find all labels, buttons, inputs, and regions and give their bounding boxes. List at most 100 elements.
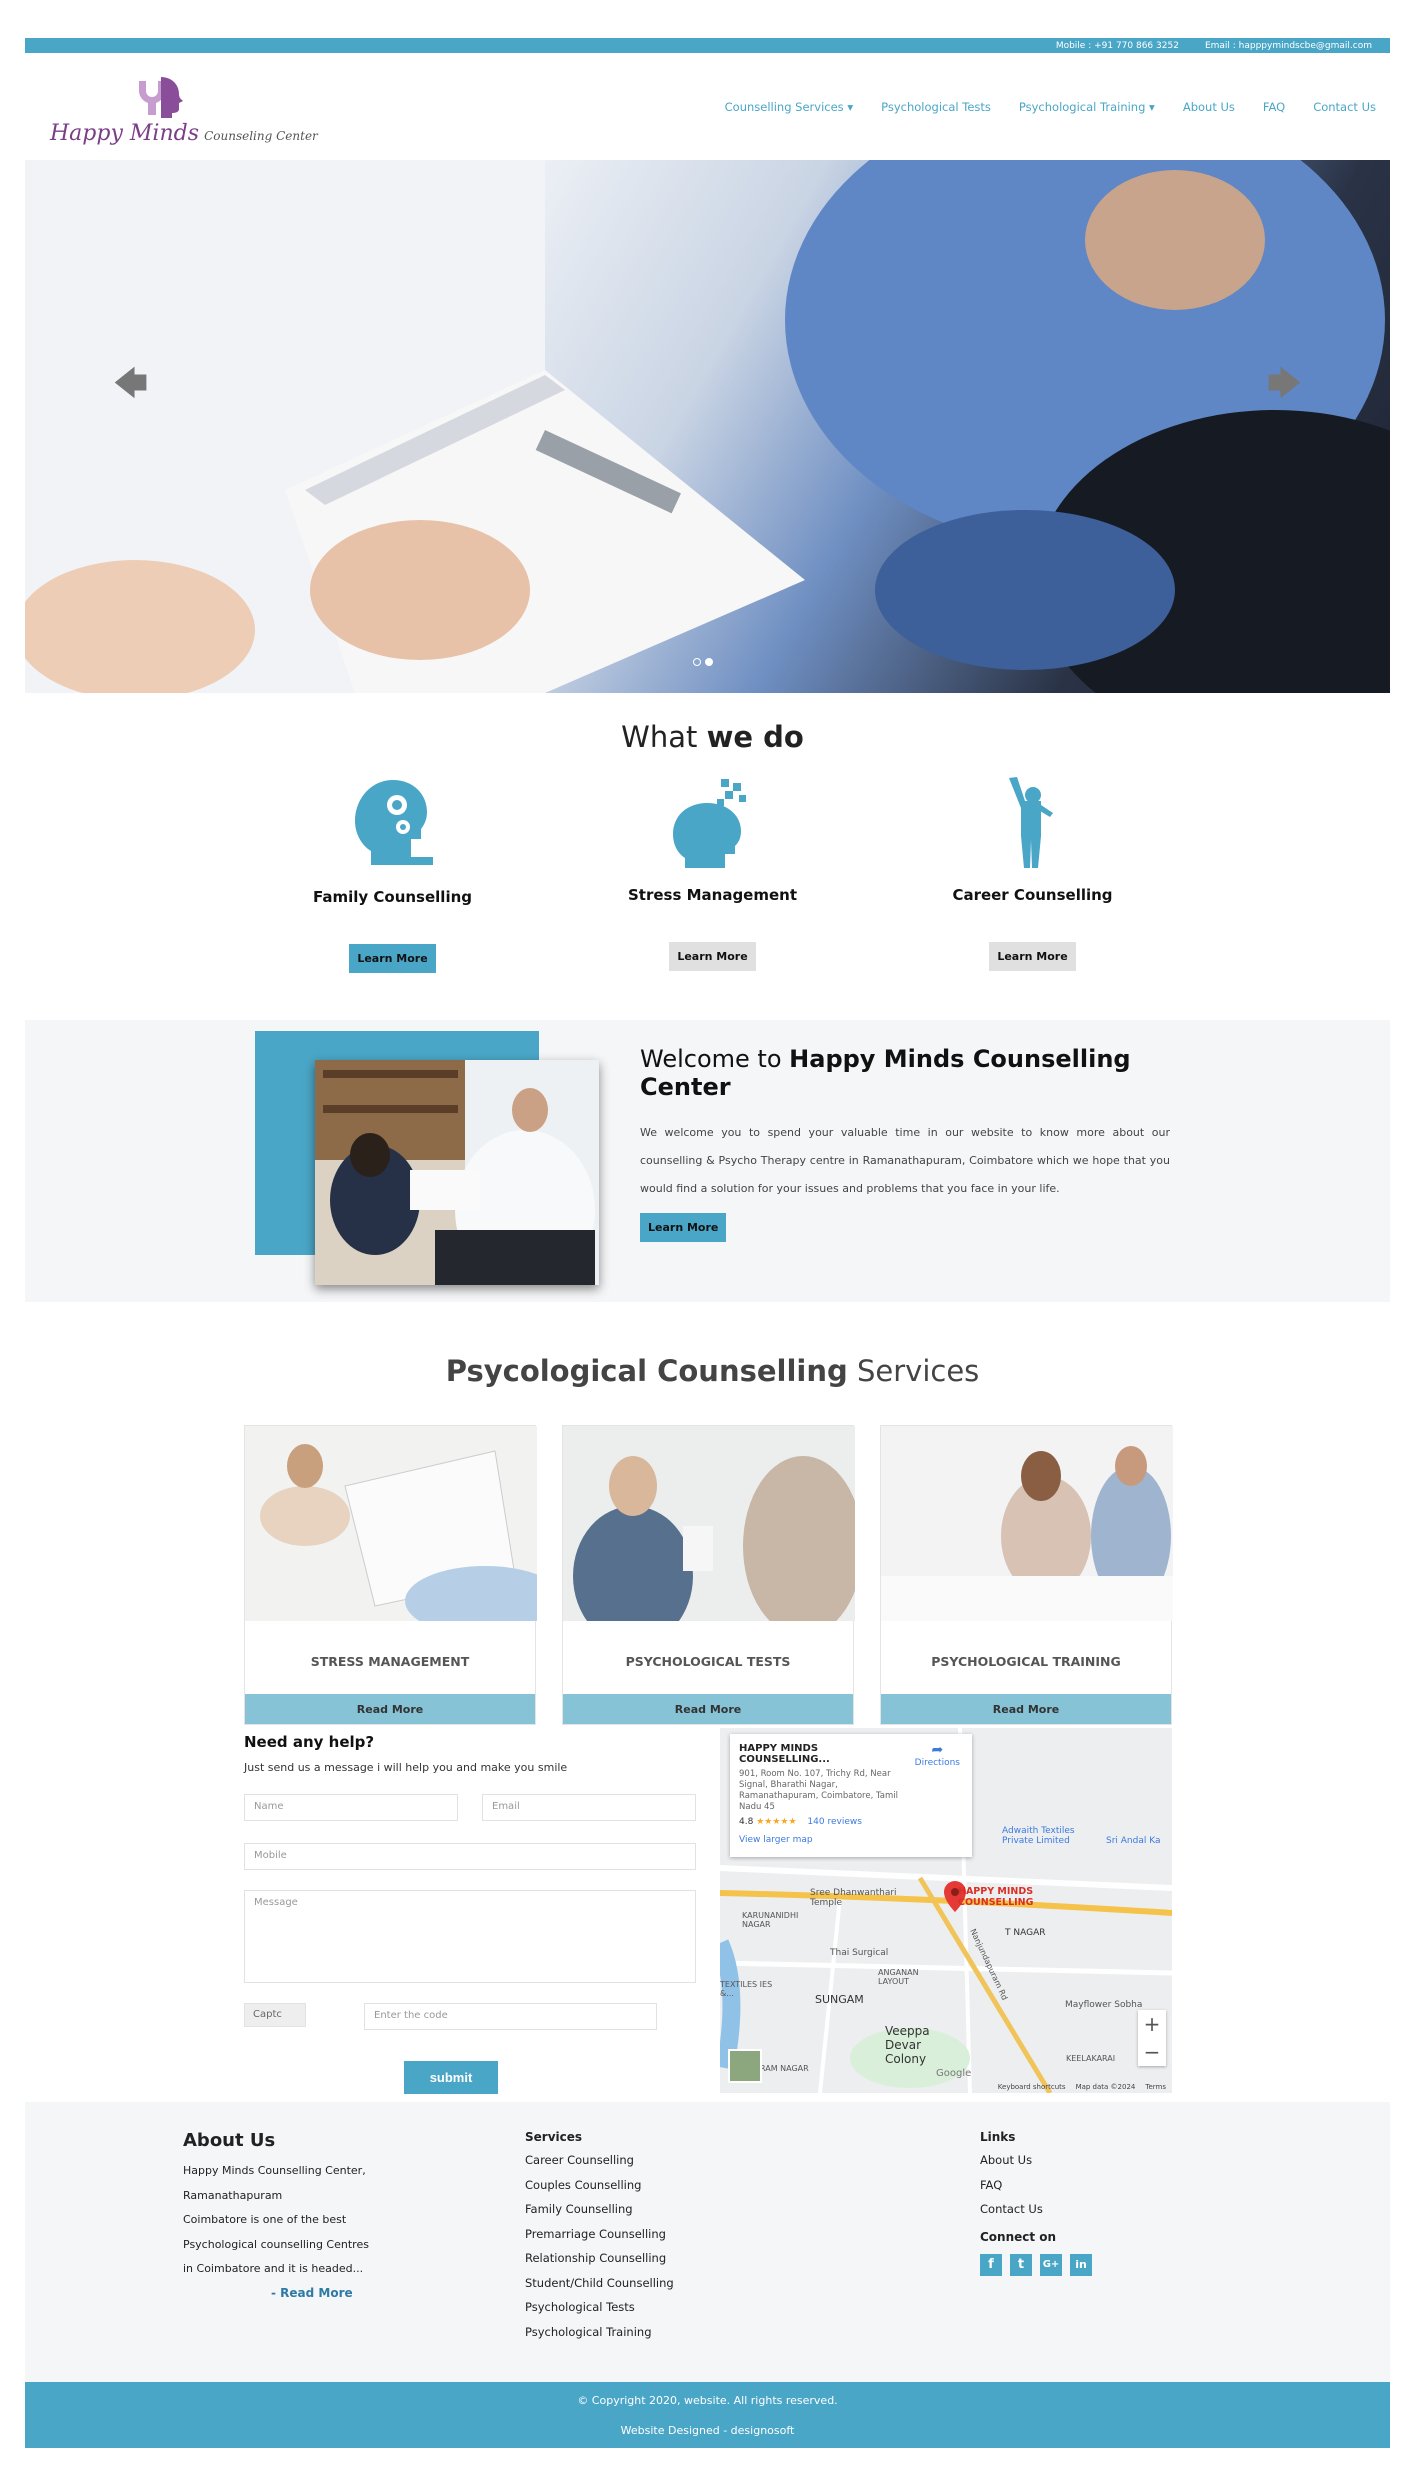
help-subtitle: Just send us a message i will help you a… — [244, 1761, 568, 1774]
psychological-tests-image — [563, 1426, 863, 1646]
mobile-input[interactable]: Mobile — [244, 1843, 696, 1870]
service-family-counselling: Family Counselling Learn More — [298, 775, 488, 973]
carousel-prev-icon[interactable]: 🡄 — [113, 360, 148, 417]
stress-management-read-more-button[interactable]: Read More — [245, 1694, 535, 1724]
carousel-dot-2[interactable] — [705, 658, 713, 666]
welcome-learn-more-button[interactable]: Learn More — [640, 1213, 727, 1242]
psychological-tests-read-more-button[interactable]: Read More — [563, 1694, 853, 1724]
welcome-text: We welcome you to spend your valuable ti… — [640, 1126, 1170, 1195]
logo-tagline: Counseling Center — [204, 128, 318, 143]
name-input[interactable]: Name — [244, 1794, 458, 1821]
map-label-textiles: TEXTILES IES &... — [720, 1980, 773, 1998]
message-textarea[interactable]: Message — [244, 1890, 696, 1983]
zoom-in-icon[interactable]: + — [1138, 2010, 1166, 2038]
map-label-ramnagar: RAM NAGAR — [760, 2064, 809, 2073]
captcha-code-input[interactable]: Enter the code — [364, 2003, 657, 2030]
family-learn-more-button[interactable]: Learn More — [349, 944, 436, 973]
copyright-bar: © Copyright 2020, website. All rights re… — [25, 2382, 1390, 2448]
footer-service-link[interactable]: Relationship Counselling — [525, 2246, 745, 2271]
submit-button[interactable]: submit — [404, 2061, 498, 2094]
service-card-title: PSYCHOLOGICAL TRAINING — [931, 1654, 1121, 1669]
map-zoom-controls: + − — [1138, 2010, 1166, 2066]
footer-service-link[interactable]: Psychological Tests — [525, 2295, 745, 2320]
google-logo: Google — [936, 2068, 972, 2079]
map-label-veeppa: Veeppa Devar Colony — [885, 2024, 930, 2066]
footer-services: Services Career Counselling Couples Coun… — [525, 2130, 745, 2344]
about-line: Ramanathapuram — [183, 2188, 283, 2202]
carousel-next-icon[interactable]: 🡆 — [1267, 360, 1302, 417]
logo-heads-icon — [139, 76, 183, 118]
nav-psychological-tests[interactable]: Psychological Tests — [881, 100, 991, 114]
site-header: Happy Minds Counseling Center Counsellin… — [25, 53, 1390, 160]
map-label-tnagar: T NAGAR — [1005, 1928, 1046, 1938]
map-label-adwaith: Adwaith Textiles Private Limited — [1002, 1826, 1075, 1846]
footer-link[interactable]: About Us — [980, 2148, 1140, 2173]
footer-services-title: Services — [525, 2130, 583, 2144]
psychological-training-read-more-button[interactable]: Read More — [881, 1694, 1171, 1724]
map-label-temple: Sree Dhanwanthari Temple — [810, 1888, 897, 1908]
what-we-do-title: What we do — [621, 720, 804, 754]
map-label-karunanidhi: KARUNANIDHI NAGAR — [742, 1911, 799, 1929]
map-label-sungam: SUNGAM — [815, 1993, 864, 2006]
linkedin-icon[interactable]: in — [1070, 2253, 1092, 2276]
map-larger-link[interactable]: View larger map — [739, 1835, 963, 1845]
footer-about: About Us Happy Minds Counselling Center,… — [183, 2130, 413, 2300]
footer-service-link[interactable]: Couples Counselling — [525, 2173, 745, 2198]
map-reviews-link[interactable]: 140 reviews — [807, 1817, 862, 1827]
site-footer: About Us Happy Minds Counselling Center,… — [25, 2102, 1390, 2382]
about-line: Psychological counselling Centres — [183, 2237, 369, 2251]
map-rating: 4.8 — [739, 1817, 754, 1827]
designer-credit[interactable]: Website Designed - designosoft — [25, 2407, 1390, 2437]
email-input[interactable]: Email — [482, 1794, 696, 1821]
location-map[interactable]: HAPPY MINDS COUNSELLING Adwaith Textiles… — [720, 1728, 1172, 2093]
services-cards: STRESS MANAGEMENT Read More PSYCHOLOGICA… — [244, 1425, 1173, 1725]
map-place-address: 901, Room No. 107, Trichy Rd, Near Signa… — [739, 1769, 898, 1812]
footer-link[interactable]: FAQ — [980, 2173, 1140, 2198]
nav-counselling-services[interactable]: Counselling Services ▾ — [725, 100, 853, 114]
hero-image — [25, 160, 1390, 693]
facebook-icon[interactable]: f — [980, 2253, 1002, 2276]
person-cheering-icon — [1008, 777, 1053, 868]
email-address[interactable]: Email : happpymindscbe@gmail.com — [1205, 41, 1372, 51]
about-line: Happy Minds Counselling Center, — [183, 2164, 366, 2177]
footer-about-title: About Us — [183, 2130, 276, 2151]
footer-links-title: Links — [980, 2130, 1016, 2144]
hero-carousel: 🡄 🡆 — [25, 160, 1390, 693]
site-logo[interactable]: Happy Minds Counseling Center — [50, 67, 318, 147]
map-satellite-toggle[interactable] — [728, 2049, 762, 2083]
google-plus-icon[interactable]: G+ — [1040, 2253, 1062, 2276]
footer-connect-title: Connect on — [980, 2229, 1057, 2244]
service-stress-management: Stress Management Learn More — [618, 775, 808, 973]
stress-learn-more-button[interactable]: Learn More — [669, 942, 756, 971]
footer-read-more-link[interactable]: - Read More — [271, 2286, 413, 2300]
footer-service-link[interactable]: Psychological Training — [525, 2320, 745, 2345]
twitter-icon[interactable]: t — [1010, 2253, 1032, 2276]
footer-service-link[interactable]: Family Counselling — [525, 2197, 745, 2222]
head-puzzle-icon — [672, 779, 746, 868]
footer-links: Links About Us FAQ Contact Us Connect on… — [980, 2130, 1140, 2276]
map-label-andal: Sri Andal Ka — [1106, 1836, 1161, 1846]
footer-service-link[interactable]: Student/Child Counselling — [525, 2271, 745, 2296]
map-place-name: HAPPY MINDS COUNSELLING... — [739, 1743, 830, 1765]
map-label-thai: Thai Surgical — [830, 1948, 889, 1958]
carousel-dot-1[interactable] — [693, 658, 701, 666]
footer-service-link[interactable]: Career Counselling — [525, 2148, 745, 2173]
zoom-out-icon[interactable]: − — [1138, 2038, 1166, 2066]
career-learn-more-button[interactable]: Learn More — [989, 942, 1076, 971]
nav-faq[interactable]: FAQ — [1263, 100, 1285, 114]
head-gears-icon — [354, 780, 433, 865]
footer-service-link[interactable]: Premarriage Counselling — [525, 2222, 745, 2247]
footer-link[interactable]: Contact Us — [980, 2197, 1140, 2222]
welcome-section: Welcome to Happy Minds Counselling Cente… — [25, 1020, 1390, 1302]
contact-form: Need any help? Just send us a message i … — [244, 1733, 696, 2098]
nav-psychological-training[interactable]: Psychological Training ▾ — [1019, 100, 1155, 114]
map-directions-button[interactable]: ➦ Directions — [915, 1742, 960, 1768]
nav-about-us[interactable]: About Us — [1183, 100, 1235, 114]
logo-name: Happy Minds — [50, 120, 199, 146]
nav-contact-us[interactable]: Contact Us — [1313, 100, 1376, 114]
psychological-training-image — [881, 1426, 1173, 1621]
service-career-counselling: Career Counselling Learn More — [938, 775, 1128, 973]
service-card: STRESS MANAGEMENT Read More — [244, 1425, 565, 1725]
service-name: Stress Management — [627, 886, 798, 904]
map-footer: Keyboard shortcuts Map data ©2024 Terms — [997, 2083, 1166, 2091]
